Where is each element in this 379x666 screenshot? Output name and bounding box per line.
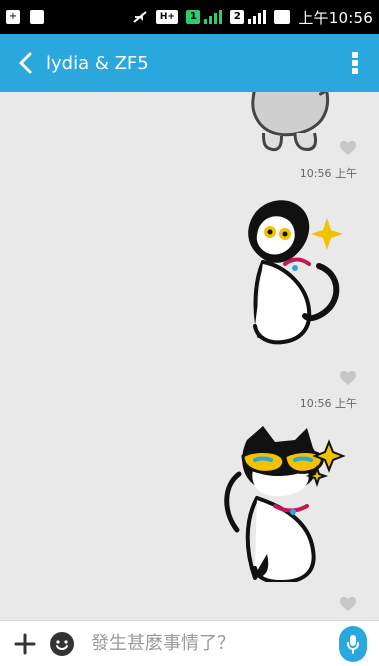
network-type-label: H+: [159, 11, 175, 22]
sim2-signal: 2: [230, 10, 267, 24]
signal-bars-icon: [248, 10, 267, 24]
chat-thread[interactable]: 10:56 上午 10:56 上午: [0, 92, 379, 620]
heart-icon[interactable]: [339, 370, 357, 389]
sd-card-icon: [30, 10, 44, 24]
message-meta: [339, 596, 357, 615]
conversation-title: lydia & ZF5: [46, 52, 149, 74]
cat-sunglasses-sticker: [224, 426, 346, 585]
sim1-icon: 1: [186, 10, 201, 24]
battery-icon: [274, 10, 291, 24]
sticker-message[interactable]: [197, 188, 357, 352]
conversation-header: lydia & ZF5: [0, 34, 379, 92]
microphone-icon: [346, 634, 360, 654]
mute-icon: [132, 10, 148, 24]
back-button[interactable]: [10, 43, 42, 83]
sim1-signal: 1: [186, 10, 223, 24]
sticker-message[interactable]: [197, 422, 357, 586]
status-left: +: [6, 10, 44, 24]
message-meta: 10:56 上午: [300, 370, 357, 411]
cat-dancing-sticker: [248, 200, 343, 345]
status-right: H+ 1 2 上午10:56: [132, 7, 373, 28]
sim1-label: 1: [189, 11, 197, 22]
sim2-icon: 2: [230, 10, 245, 24]
app-notification-icon: +: [6, 10, 20, 24]
message-time: 10:56 上午: [299, 167, 357, 180]
heart-icon[interactable]: [339, 140, 357, 159]
heart-icon[interactable]: [339, 596, 357, 615]
status-bar: + H+ 1 2 上午10:56: [0, 0, 379, 34]
add-attachment-button[interactable]: [12, 627, 38, 661]
chevron-left-icon: [17, 52, 35, 74]
sim2-label: 2: [233, 11, 241, 22]
signal-bars-icon: [204, 10, 223, 24]
emoji-icon: [49, 631, 75, 657]
message-input[interactable]: [84, 626, 329, 661]
network-type-icon: H+: [156, 10, 179, 24]
voice-input-button[interactable]: [338, 625, 367, 662]
plus-icon: [14, 633, 36, 655]
overflow-menu-button[interactable]: [341, 43, 369, 83]
message-meta: 10:56 上午: [300, 140, 357, 181]
emoji-button[interactable]: [48, 627, 74, 661]
message-time: 10:56 上午: [299, 397, 357, 410]
kebab-menu-icon: [352, 52, 358, 74]
status-time: 上午10:56: [298, 8, 373, 27]
message-composer: [0, 620, 379, 666]
